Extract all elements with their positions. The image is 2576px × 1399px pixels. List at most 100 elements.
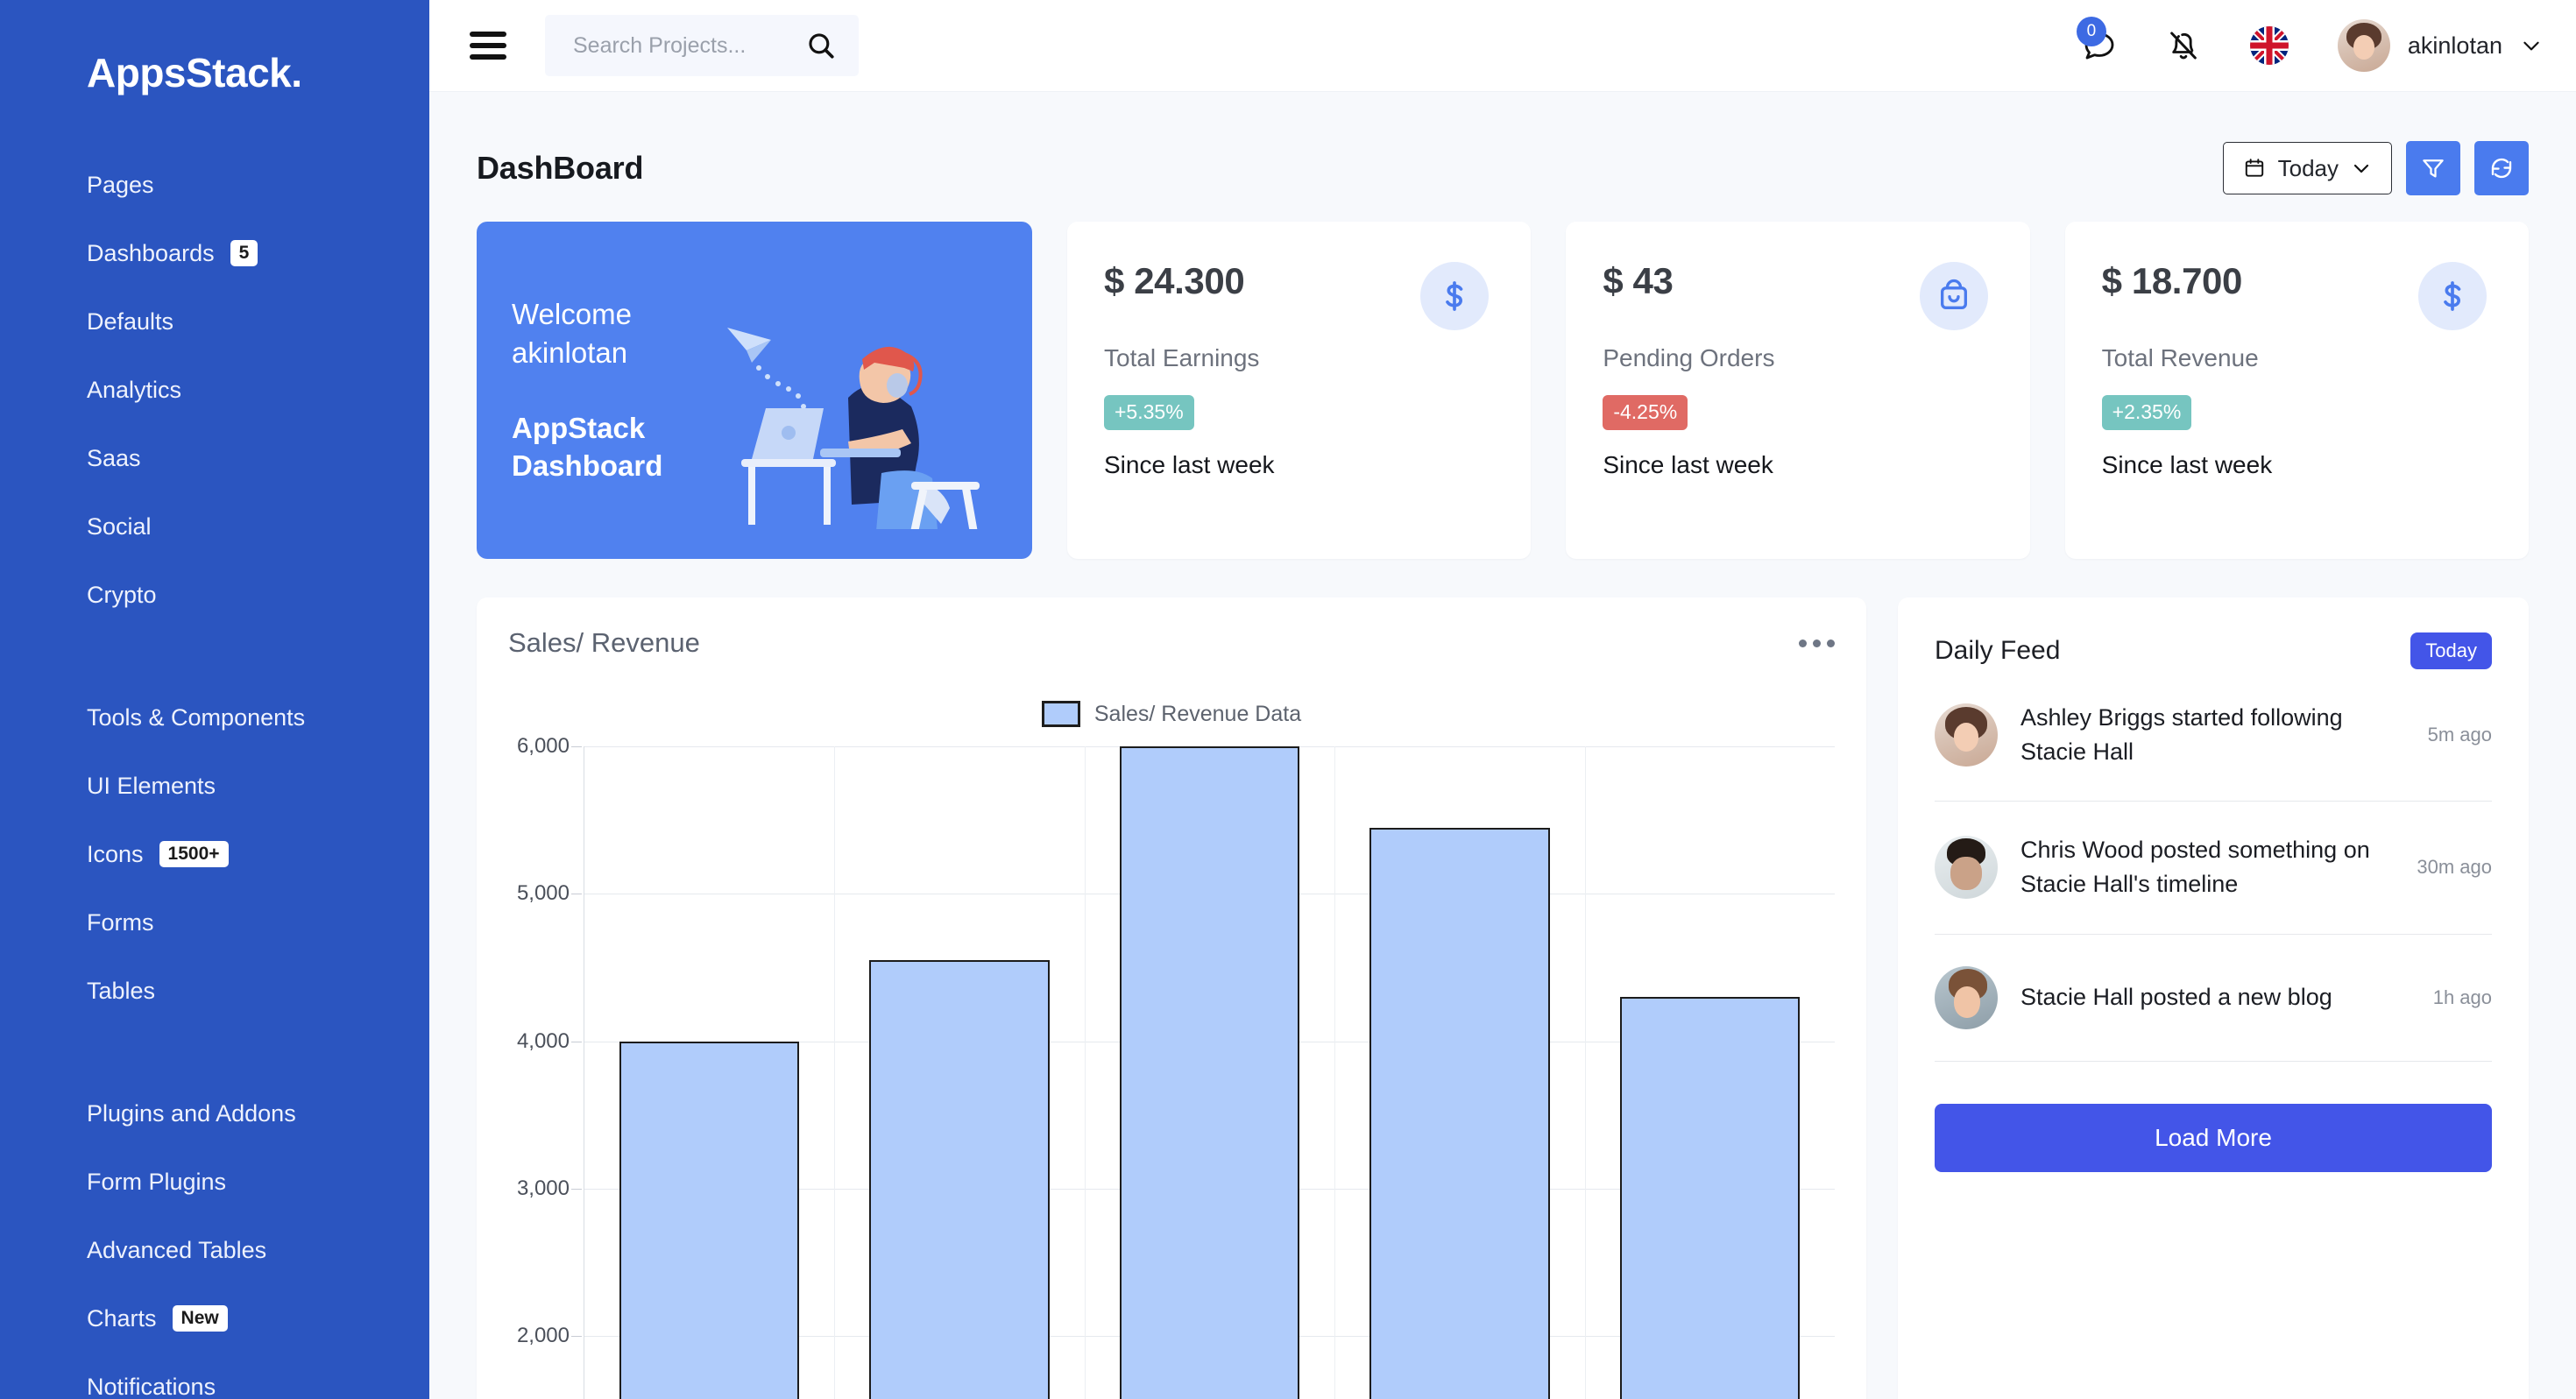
chart-bar-wrapper	[1085, 746, 1334, 1399]
feed-item-text: Stacie Hall posted a new blog	[2020, 980, 2398, 1014]
chart-y-tick: 5,000	[517, 881, 570, 906]
feed-today-badge[interactable]: Today	[2410, 632, 2492, 669]
bell-off-icon[interactable]	[2166, 28, 2201, 63]
stat-label: Total Revenue	[2102, 344, 2492, 372]
dollar-icon	[1420, 262, 1489, 330]
sidebar-divider-1	[0, 629, 429, 683]
menu-toggle-icon[interactable]	[470, 32, 506, 60]
sidebar-item-label: Icons	[87, 841, 144, 868]
shopping-bag-icon	[1920, 262, 1988, 330]
welcome-text: Welcome akinlotan AppStack Dashboard	[512, 295, 662, 486]
stat-label: Pending Orders	[1603, 344, 1992, 372]
welcome-username: akinlotan	[512, 334, 662, 372]
load-more-button[interactable]: Load More	[1935, 1104, 2492, 1172]
avatar	[1935, 703, 1998, 767]
sidebar-item-ui-elements[interactable]: UI Elements	[87, 752, 429, 820]
sidebar-item-plugins-addons[interactable]: Plugins and Addons	[87, 1079, 429, 1148]
sidebar-item-saas[interactable]: Saas	[87, 424, 429, 492]
sidebar-item-notifications[interactable]: Notifications	[87, 1353, 429, 1399]
sidebar-item-tables[interactable]: Tables	[87, 957, 429, 1025]
sidebar-item-label: Analytics	[87, 377, 181, 404]
sidebar-item-advanced-tables[interactable]: Advanced Tables	[87, 1216, 429, 1284]
legend-label: Sales/ Revenue Data	[1094, 702, 1301, 727]
sidebar-divider-2	[0, 1025, 429, 1079]
language-flag-icon[interactable]	[2250, 26, 2289, 65]
welcome-greeting: Welcome	[512, 295, 662, 334]
user-menu[interactable]: akinlotan	[2338, 19, 2543, 72]
chart-y-tick: 3,000	[517, 1176, 570, 1201]
feed-item-time: 1h ago	[2421, 986, 2492, 1009]
chevron-down-icon[interactable]	[2520, 34, 2543, 57]
feed-title: Daily Feed	[1935, 636, 2060, 666]
sidebar-item-label: Dashboards	[87, 240, 215, 267]
sidebar-badge-dashboards: 5	[230, 240, 258, 266]
sidebar-item-label: Forms	[87, 909, 154, 936]
sidebar-badge-icons: 1500+	[159, 841, 229, 867]
sidebar-item-label: UI Elements	[87, 773, 216, 800]
sales-revenue-chart-card: Sales/ Revenue Sales/ Revenue Data 6,000…	[477, 597, 1866, 1399]
sidebar-item-defaults[interactable]: Defaults	[87, 287, 429, 356]
welcome-product-sub: Dashboard	[512, 447, 662, 485]
chart-bar-wrapper	[1585, 746, 1835, 1399]
search-input[interactable]	[573, 33, 783, 59]
chart-bar[interactable]	[1620, 997, 1800, 1399]
chart-more-options-icon[interactable]	[1799, 627, 1835, 647]
sidebar-item-label: Charts	[87, 1305, 157, 1332]
sidebar-item-tools-components[interactable]: Tools & Components	[87, 683, 429, 752]
welcome-product: AppStack	[512, 409, 662, 448]
page-actions: Today	[2223, 141, 2529, 195]
sidebar-item-social[interactable]: Social	[87, 492, 429, 561]
filter-button[interactable]	[2406, 141, 2460, 195]
person-at-laptop-illustration	[717, 301, 1006, 529]
brand-logo[interactable]: AppsStack.	[0, 49, 429, 96]
sidebar-item-icons[interactable]: Icons 1500+	[87, 820, 429, 888]
topbar-right: 0	[2082, 19, 2543, 72]
chart-y-tick: 4,000	[517, 1029, 570, 1054]
welcome-card: Welcome akinlotan AppStack Dashboard	[477, 222, 1032, 559]
dollar-icon	[2418, 262, 2487, 330]
list-item[interactable]: Stacie Hall posted a new blog 1h ago	[1935, 935, 2492, 1062]
sidebar-item-charts[interactable]: Charts New	[87, 1284, 429, 1353]
topbar: 0	[429, 0, 2576, 92]
sidebar-group-plugins: Plugins and Addons Form Plugins Advanced…	[0, 1079, 429, 1399]
content-area: DashBoard Today	[429, 92, 2576, 1399]
stat-since: Since last week	[1104, 451, 1494, 479]
sidebar-item-label: Advanced Tables	[87, 1237, 266, 1264]
chart-y-tick: 6,000	[517, 734, 570, 759]
chart-bar[interactable]	[869, 960, 1049, 1399]
sidebar-item-form-plugins[interactable]: Form Plugins	[87, 1148, 429, 1216]
messages-button[interactable]: 0	[2082, 28, 2117, 63]
search-box[interactable]	[545, 15, 859, 76]
feed-header: Daily Feed Today	[1935, 632, 2492, 669]
refresh-icon	[2488, 155, 2515, 181]
sidebar-item-forms[interactable]: Forms	[87, 888, 429, 957]
list-item[interactable]: Chris Wood posted something on Stacie Ha…	[1935, 802, 2492, 934]
feed-item-time: 30m ago	[2404, 856, 2492, 879]
chart-bars	[584, 746, 1835, 1399]
chart-y-axis: 6,0005,0004,0003,0002,0001,0000	[508, 746, 584, 1399]
date-filter-select[interactable]: Today	[2223, 142, 2392, 194]
chart-bar[interactable]	[1120, 746, 1299, 1399]
sidebar-item-label: Saas	[87, 445, 141, 472]
lower-row: Sales/ Revenue Sales/ Revenue Data 6,000…	[470, 559, 2536, 1399]
sidebar-item-crypto[interactable]: Crypto	[87, 561, 429, 629]
sidebar-item-label: Form Plugins	[87, 1169, 226, 1196]
sidebar-item-label: Social	[87, 513, 152, 541]
feed-item-text: Ashley Briggs started following Stacie H…	[2020, 701, 2393, 769]
sidebar-item-pages[interactable]: Pages	[87, 151, 429, 219]
refresh-button[interactable]	[2474, 141, 2529, 195]
sidebar-item-dashboards[interactable]: Dashboards 5	[87, 219, 429, 287]
notifications-button[interactable]	[2166, 28, 2201, 63]
chart-title: Sales/ Revenue	[508, 627, 700, 659]
stat-card-total-earnings: $ 24.300 Total Earnings +5.35% Since las…	[1067, 222, 1531, 559]
sidebar-item-analytics[interactable]: Analytics	[87, 356, 429, 424]
sidebar-badge-charts: New	[173, 1305, 228, 1332]
stat-since: Since last week	[2102, 451, 2492, 479]
chart-bar[interactable]	[619, 1042, 799, 1399]
calendar-icon	[2243, 157, 2266, 180]
chart-bar[interactable]	[1369, 828, 1549, 1399]
search-icon[interactable]	[806, 31, 836, 60]
list-item[interactable]: Ashley Briggs started following Stacie H…	[1935, 669, 2492, 802]
sidebar-item-label: Tools & Components	[87, 704, 305, 731]
page-title: DashBoard	[477, 150, 643, 187]
